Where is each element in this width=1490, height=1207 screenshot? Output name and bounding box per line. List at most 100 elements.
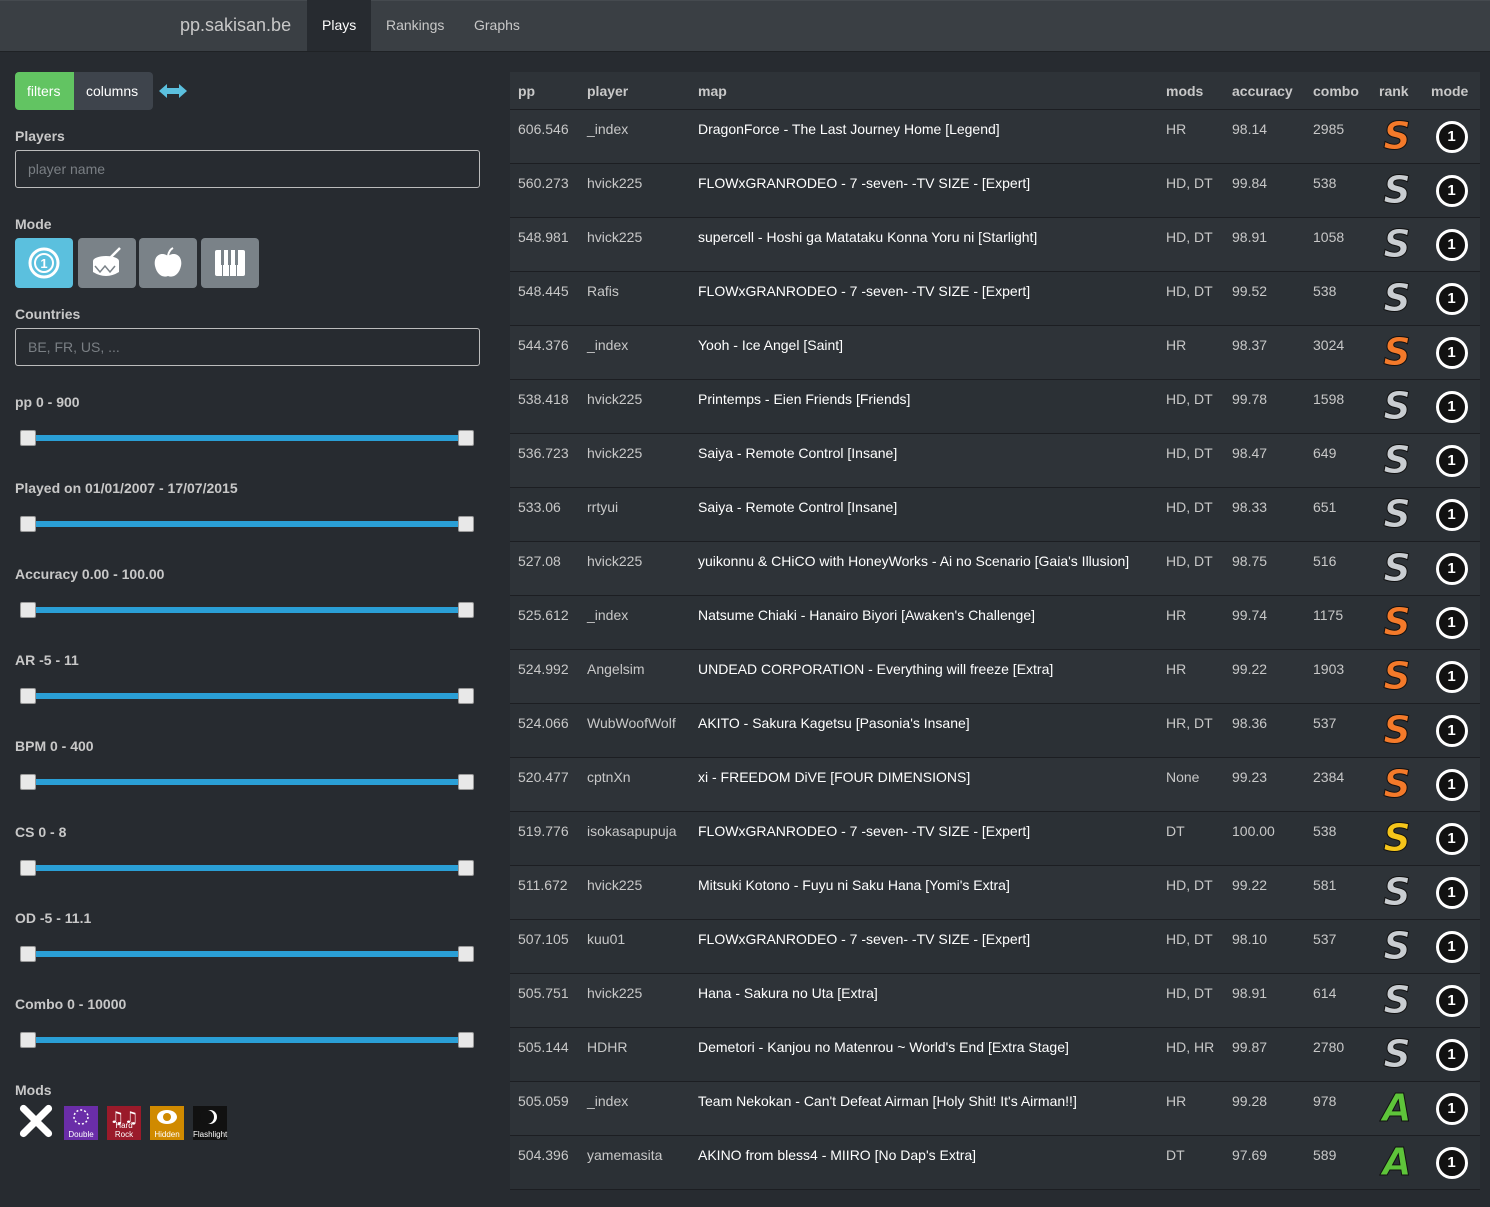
cell-player[interactable]: Rafis — [579, 271, 690, 326]
combo-slider-max-handle[interactable] — [458, 1032, 474, 1048]
table-row[interactable]: 524.066 WubWoofWolf AKITO - Sakura Kagetsu… — [510, 703, 1480, 758]
brand-link[interactable]: pp.sakisan.be — [180, 15, 291, 36]
cell-map[interactable]: Hana - Sakura no Uta [Extra] — [690, 973, 1158, 1028]
accuracy-slider-max-handle[interactable] — [458, 602, 474, 618]
cell-player[interactable]: hvick225 — [579, 217, 690, 272]
table-row[interactable]: 525.612 _index Natsume Chiaki - Hanairo Bi… — [510, 595, 1480, 650]
cell-player[interactable]: WubWoofWolf — [579, 703, 690, 758]
cell-map[interactable]: Team Nekokan - Can't Defeat Airman [Holy… — [690, 1081, 1158, 1136]
cell-map[interactable]: Mitsuki Kotono - Fuyu ni Saku Hana [Yomi… — [690, 865, 1158, 920]
cell-player[interactable]: _index — [579, 1081, 690, 1136]
cell-player[interactable]: HDHR — [579, 1027, 690, 1082]
column-header-mods[interactable]: mods — [1158, 72, 1224, 110]
columns-button[interactable]: columns — [74, 72, 153, 110]
mode-catch-button[interactable] — [139, 238, 197, 288]
cell-player[interactable]: isokasapupuja — [579, 811, 690, 866]
table-row[interactable]: 507.105 kuu01 FLOWxGRANRODEO - 7 -seven- -… — [510, 919, 1480, 974]
column-header-combo[interactable]: combo — [1305, 72, 1371, 110]
cell-map[interactable]: Saiya - Remote Control [Insane] — [690, 433, 1158, 488]
table-row[interactable]: 524.992 Angelsim UNDEAD CORPORATION - Ever… — [510, 649, 1480, 704]
cell-map[interactable]: AKITO - Sakura Kagetsu [Pasonia's Insane… — [690, 703, 1158, 758]
played-on-slider-track[interactable] — [27, 521, 467, 527]
table-row[interactable]: 548.981 hvick225 supercell - Hoshi ga Mata… — [510, 217, 1480, 272]
resize-horizontal-icon[interactable] — [157, 81, 189, 101]
cell-map[interactable]: FLOWxGRANRODEO - 7 -seven- -TV SIZE - [E… — [690, 811, 1158, 866]
table-row[interactable]: 519.776 isokasapupuja FLOWxGRANRODEO - 7 -… — [510, 811, 1480, 866]
combo-slider-track[interactable] — [27, 1037, 467, 1043]
column-header-map[interactable]: map — [690, 72, 1158, 110]
mod-hidden-icon[interactable]: Hidden — [150, 1106, 184, 1140]
cs-slider-track[interactable] — [27, 865, 467, 871]
table-row[interactable]: 548.445 Rafis FLOWxGRANRODEO - 7 -seven- -… — [510, 271, 1480, 326]
cell-map[interactable]: Saiya - Remote Control [Insane] — [690, 487, 1158, 542]
cell-player[interactable]: rrtyui — [579, 487, 690, 542]
mode-taiko-button[interactable] — [78, 238, 136, 288]
column-header-accuracy[interactable]: accuracy — [1224, 72, 1305, 110]
mod-flashlight-icon[interactable]: Flashlight — [193, 1106, 227, 1140]
table-row[interactable]: 505.144 HDHR Demetori - Kanjou no Matenrou… — [510, 1027, 1480, 1082]
countries-input[interactable] — [15, 328, 480, 366]
tab-rankings[interactable]: Rankings — [371, 0, 459, 51]
cell-player[interactable]: hvick225 — [579, 865, 690, 920]
column-header-pp[interactable]: pp — [510, 72, 579, 110]
table-row[interactable]: 533.06 rrtyui Saiya - Remote Control [Insa… — [510, 487, 1480, 542]
accuracy-slider-track[interactable] — [27, 607, 467, 613]
cell-map[interactable]: Printemps - Eien Friends [Friends] — [690, 379, 1158, 434]
mode-osu-button[interactable]: 1 — [15, 238, 73, 288]
cell-player[interactable]: _index — [579, 595, 690, 650]
cell-map[interactable]: yuikonnu & CHiCO with HoneyWorks - Ai no… — [690, 541, 1158, 596]
cell-map[interactable]: UNDEAD CORPORATION - Everything will fre… — [690, 649, 1158, 704]
cell-map[interactable]: DragonForce - The Last Journey Home [Leg… — [690, 109, 1158, 164]
player-name-input[interactable] — [15, 150, 480, 188]
cell-player[interactable]: kuu01 — [579, 919, 690, 974]
accuracy-slider-min-handle[interactable] — [20, 602, 36, 618]
table-row[interactable]: 505.751 hvick225 Hana - Sakura no Uta [Ext… — [510, 973, 1480, 1028]
cell-map[interactable]: Demetori - Kanjou no Matenrou ~ World's … — [690, 1027, 1158, 1082]
column-header-mode[interactable]: mode — [1423, 72, 1480, 110]
cell-player[interactable]: hvick225 — [579, 973, 690, 1028]
cell-map[interactable]: AKINO from bless4 - MIIRO [No Dap's Extr… — [690, 1135, 1158, 1190]
ar-slider-min-handle[interactable] — [20, 688, 36, 704]
column-header-player[interactable]: player — [579, 72, 690, 110]
cell-map[interactable]: supercell - Hoshi ga Matataku Konna Yoru… — [690, 217, 1158, 272]
cell-map[interactable]: Natsume Chiaki - Hanairo Biyori [Awaken'… — [690, 595, 1158, 650]
cs-slider-max-handle[interactable] — [458, 860, 474, 876]
table-row[interactable]: 527.08 hvick225 yuikonnu & CHiCO with Hone… — [510, 541, 1480, 596]
mod-hard-rock-icon[interactable]: ♫♫ Hard Rock — [107, 1106, 141, 1140]
table-row[interactable]: 505.059 _index Team Nekokan - Can't Defeat… — [510, 1081, 1480, 1136]
combo-slider-min-handle[interactable] — [20, 1032, 36, 1048]
table-row[interactable]: 538.418 hvick225 Printemps - Eien Friends … — [510, 379, 1480, 434]
mode-mania-button[interactable] — [201, 238, 259, 288]
played-on-slider-min-handle[interactable] — [20, 516, 36, 532]
od-slider-min-handle[interactable] — [20, 946, 36, 962]
table-row[interactable]: 560.273 hvick225 FLOWxGRANRODEO - 7 -seven… — [510, 163, 1480, 218]
ar-slider-max-handle[interactable] — [458, 688, 474, 704]
od-slider-max-handle[interactable] — [458, 946, 474, 962]
bpm-slider-max-handle[interactable] — [458, 774, 474, 790]
mod-double-time-icon[interactable]: Double — [64, 1106, 98, 1140]
ar-slider-track[interactable] — [27, 693, 467, 699]
cell-player[interactable]: yamemasita — [579, 1135, 690, 1190]
cs-slider-min-handle[interactable] — [20, 860, 36, 876]
cell-player[interactable]: hvick225 — [579, 163, 690, 218]
tab-plays[interactable]: Plays — [307, 0, 371, 51]
column-header-rank[interactable]: rank — [1371, 72, 1423, 110]
filters-button[interactable]: filters — [15, 72, 74, 110]
od-slider-track[interactable] — [27, 951, 467, 957]
cell-map[interactable]: FLOWxGRANRODEO - 7 -seven- -TV SIZE - [E… — [690, 163, 1158, 218]
cell-player[interactable]: cptnXn — [579, 757, 690, 812]
cell-player[interactable]: hvick225 — [579, 541, 690, 596]
cell-player[interactable]: _index — [579, 325, 690, 380]
pp-slider-max-handle[interactable] — [458, 430, 474, 446]
bpm-slider-min-handle[interactable] — [20, 774, 36, 790]
table-row[interactable]: 544.376 _index Yooh - Ice Angel [Saint] HR 9… — [510, 325, 1480, 380]
pp-slider-track[interactable] — [27, 435, 467, 441]
cell-player[interactable]: Angelsim — [579, 649, 690, 704]
played-on-slider-max-handle[interactable] — [458, 516, 474, 532]
table-row[interactable]: 520.477 cptnXn xi - FREEDOM DiVE [FOUR DIM… — [510, 757, 1480, 812]
table-row[interactable]: 606.546 _index DragonForce - The Last Jour… — [510, 109, 1480, 164]
cell-map[interactable]: Yooh - Ice Angel [Saint] — [690, 325, 1158, 380]
cell-player[interactable]: _index — [579, 109, 690, 164]
table-row[interactable]: 511.672 hvick225 Mitsuki Kotono - Fuyu ni … — [510, 865, 1480, 920]
cell-player[interactable]: hvick225 — [579, 433, 690, 488]
